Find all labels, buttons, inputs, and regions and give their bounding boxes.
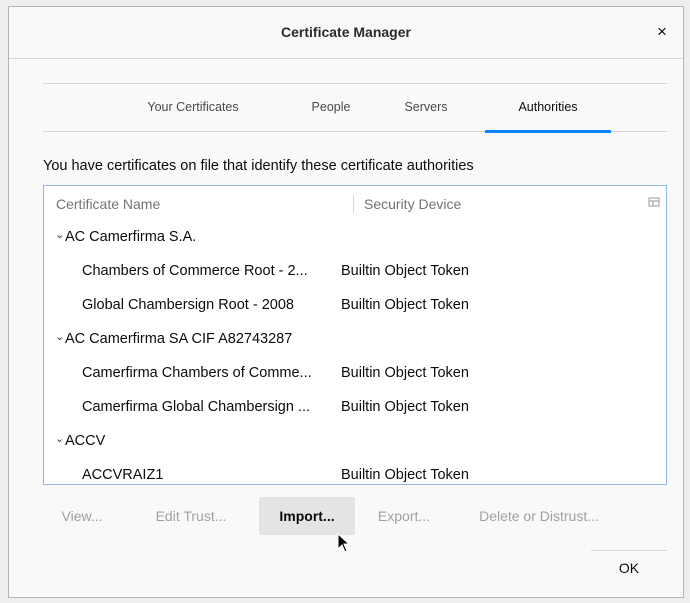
tab-label: People [311, 100, 351, 114]
tree-group-row[interactable]: ⌄ AC Camerfirma S.A. [44, 220, 666, 254]
cert-name: Camerfirma Global Chambersign ... [82, 399, 311, 415]
cert-device: Builtin Object Token [341, 467, 469, 483]
column-picker-glyph [648, 197, 660, 207]
expand-chevron-icon[interactable]: ⌄ [55, 228, 64, 241]
tab-authorities[interactable]: Authorities [485, 95, 611, 133]
group-name: ACCV [65, 433, 106, 449]
close-button[interactable]: × [651, 21, 673, 43]
dialog-titlebar: Certificate Manager × [9, 7, 683, 59]
tab-label: Your Certificates [147, 100, 239, 114]
cert-device: Builtin Object Token [341, 297, 469, 313]
column-divider[interactable] [353, 195, 354, 213]
expand-chevron-icon[interactable]: ⌄ [55, 330, 64, 343]
tree-cert-row[interactable]: Global Chambersign Root - 2008 Builtin O… [44, 288, 666, 322]
tab-your-certificates[interactable]: Your Certificates [143, 95, 243, 131]
tab-people[interactable]: People [301, 95, 361, 131]
dialog-title: Certificate Manager [281, 24, 411, 40]
selected-tab-indicator [485, 130, 611, 133]
screen-background: Certificate Manager × Your Certificates … [0, 0, 690, 603]
ok-button[interactable]: OK [591, 550, 667, 585]
cert-device: Builtin Object Token [341, 365, 469, 381]
cert-device: Builtin Object Token [341, 399, 469, 415]
tree-group-row[interactable]: ⌄ AC Camerfirma SA CIF A82743287 [44, 322, 666, 356]
tab-label: Authorities [518, 100, 578, 114]
group-name: AC Camerfirma SA CIF A82743287 [65, 331, 293, 347]
tab-bar: Your Certificates People Servers Authori… [43, 95, 667, 133]
tree-cert-row[interactable]: ACCVRAIZ1 Builtin Object Token [44, 458, 666, 484]
tree-group-row[interactable]: ⌄ ACCV [44, 424, 666, 458]
cert-name: Camerfirma Chambers of Comme... [82, 365, 312, 381]
cert-name: Global Chambersign Root - 2008 [82, 297, 294, 313]
certificate-manager-dialog: Certificate Manager × Your Certificates … [8, 6, 684, 598]
edit-trust-button[interactable]: Edit Trust... [141, 497, 241, 535]
tabs-top-divider [43, 83, 667, 84]
tab-servers[interactable]: Servers [391, 95, 461, 131]
expand-chevron-icon[interactable]: ⌄ [55, 432, 64, 445]
mouse-pointer-icon [337, 532, 351, 558]
import-button[interactable]: Import... [259, 497, 355, 535]
group-name: AC Camerfirma S.A. [65, 229, 197, 245]
delete-or-distrust-button[interactable]: Delete or Distrust... [455, 497, 623, 535]
tree-cert-row[interactable]: Chambers of Commerce Root - 2... Builtin… [44, 254, 666, 288]
view-button[interactable]: View... [43, 497, 121, 535]
tree-cert-row[interactable]: Camerfirma Global Chambersign ... Builti… [44, 390, 666, 424]
cert-name: Chambers of Commerce Root - 2... [82, 263, 308, 279]
tree-header: Certificate Name Security Device [44, 186, 666, 220]
cert-name: ACCVRAIZ1 [82, 467, 164, 483]
cert-device: Builtin Object Token [341, 263, 469, 279]
mouse-pointer-glyph [337, 532, 351, 553]
export-button[interactable]: Export... [365, 497, 443, 535]
certificate-tree[interactable]: Certificate Name Security Device ⌄ AC Ca… [43, 185, 667, 485]
tab-label: Servers [404, 100, 448, 114]
column-header-security-device[interactable]: Security Device [364, 196, 461, 212]
tree-cert-row[interactable]: Camerfirma Chambers of Comme... Builtin … [44, 356, 666, 390]
column-picker-icon[interactable] [648, 196, 660, 208]
intro-text: You have certificates on file that ident… [43, 158, 474, 174]
column-header-certificate-name[interactable]: Certificate Name [56, 196, 160, 212]
